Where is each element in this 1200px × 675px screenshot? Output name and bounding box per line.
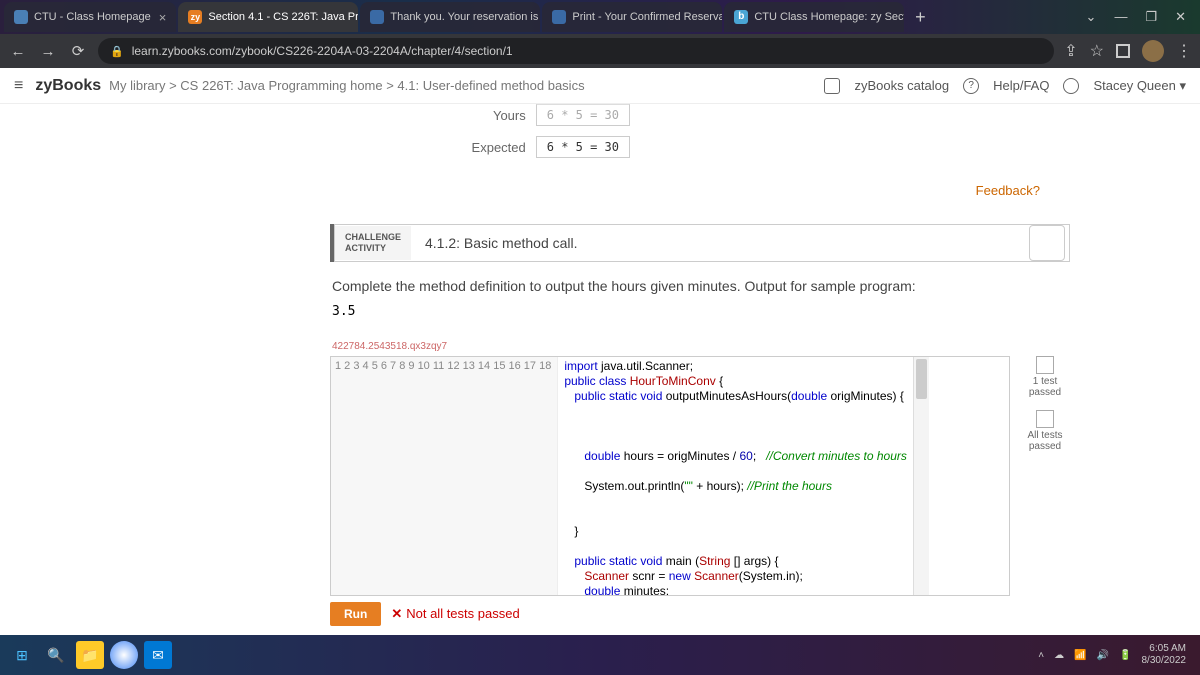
help-link[interactable]: Help/FAQ bbox=[993, 78, 1049, 93]
trophy-icon bbox=[1029, 225, 1065, 261]
test-checkbox-2 bbox=[1036, 410, 1054, 428]
instructions: Complete the method definition to output… bbox=[332, 278, 1070, 294]
windows-taskbar: ⊞ 🔍 📁 ✉ ˄ ☁ 📶 🔊 🔋 6:05 AM 8/30/2022 bbox=[0, 635, 1200, 675]
battery-icon[interactable]: 🔋 bbox=[1119, 650, 1131, 661]
site-icon: b bbox=[734, 10, 748, 24]
feedback-link[interactable]: Feedback? bbox=[976, 183, 1040, 198]
yours-label: Yours bbox=[493, 108, 526, 123]
challenge-activity: CHALLENGEACTIVITY 4.1.2: Basic method ca… bbox=[330, 224, 1070, 262]
new-tab-button[interactable]: + bbox=[906, 3, 934, 31]
tab-ctu-home[interactable]: CTU - Class Homepage× bbox=[4, 2, 176, 32]
forward-icon[interactable]: → bbox=[38, 43, 58, 60]
minimize-icon[interactable]: — bbox=[1114, 9, 1127, 25]
site-icon bbox=[14, 10, 28, 24]
url-input[interactable]: 🔒 learn.zybooks.com/zybook/CS226-2204A-0… bbox=[98, 38, 1054, 64]
zybooks-header: ≡ zyBooks My library > CS 226T: Java Pro… bbox=[0, 68, 1200, 104]
site-icon bbox=[370, 10, 384, 24]
code-area[interactable]: import java.util.Scanner; public class H… bbox=[558, 357, 913, 595]
catalog-link[interactable]: zyBooks catalog bbox=[854, 78, 949, 93]
system-clock[interactable]: 6:05 AM 8/30/2022 bbox=[1142, 643, 1193, 667]
site-icon bbox=[552, 10, 566, 24]
breadcrumb[interactable]: My library > CS 226T: Java Programming h… bbox=[109, 78, 584, 93]
catalog-icon bbox=[824, 78, 840, 94]
close-icon[interactable]: × bbox=[159, 10, 167, 25]
wifi-icon[interactable]: 📶 bbox=[1074, 650, 1086, 661]
tab-reservation[interactable]: Thank you. Your reservation is c× bbox=[360, 2, 540, 32]
tab-ctu-zy[interactable]: bCTU Class Homepage: zy Sectio× bbox=[724, 2, 904, 32]
scroll-thumb[interactable] bbox=[916, 359, 927, 399]
chevron-down-icon[interactable]: ⌄ bbox=[1086, 9, 1097, 25]
share-icon[interactable]: ⇪ bbox=[1064, 41, 1077, 61]
kebab-icon[interactable]: ⋮ bbox=[1176, 41, 1192, 61]
chrome-icon[interactable] bbox=[110, 641, 138, 669]
reload-icon[interactable]: ⟳ bbox=[68, 42, 88, 60]
test-status: ✕Not all tests passed bbox=[391, 606, 519, 622]
expected-output: 6 * 5 = 30 bbox=[536, 136, 630, 158]
page-content: Yours 6 * 5 = 30 Expected 6 * 5 = 30 Fee… bbox=[0, 104, 1200, 635]
code-editor[interactable]: 1 2 3 4 5 6 7 8 9 10 11 12 13 14 15 16 1… bbox=[330, 356, 1010, 596]
back-icon[interactable]: ← bbox=[8, 43, 28, 60]
user-menu[interactable]: Stacey Queen ▾ bbox=[1093, 78, 1186, 94]
sample-output: 3.5 bbox=[332, 304, 1070, 319]
yours-output: 6 * 5 = 30 bbox=[536, 104, 630, 126]
volume-icon[interactable]: 🔊 bbox=[1097, 650, 1109, 661]
hamburger-icon[interactable]: ≡ bbox=[14, 77, 23, 95]
tab-zybooks-section[interactable]: zySection 4.1 - CS 226T: Java Progr× bbox=[178, 2, 358, 32]
challenge-tag: CHALLENGEACTIVITY bbox=[335, 226, 411, 260]
fail-icon: ✕ bbox=[391, 606, 402, 621]
scrollbar-vertical[interactable] bbox=[913, 357, 929, 595]
cloud-icon[interactable]: ☁ bbox=[1054, 650, 1064, 661]
test-results: 1 test passed All tests passed bbox=[1010, 356, 1070, 596]
search-icon[interactable]: 🔍 bbox=[42, 641, 70, 669]
zybooks-logo[interactable]: zyBooks bbox=[35, 77, 101, 95]
site-icon: zy bbox=[188, 10, 202, 24]
lock-icon: 🔒 bbox=[110, 45, 124, 58]
close-window-icon[interactable]: ✕ bbox=[1175, 9, 1186, 25]
help-icon: ? bbox=[963, 78, 979, 94]
star-icon[interactable]: ☆ bbox=[1090, 41, 1104, 61]
question-id: 422784.2543518.qx3zqy7 bbox=[332, 341, 1070, 352]
profile-avatar[interactable] bbox=[1142, 40, 1164, 62]
run-button[interactable]: Run bbox=[330, 602, 381, 626]
start-button[interactable]: ⊞ bbox=[8, 641, 36, 669]
tab-print-reservation[interactable]: Print - Your Confirmed Reservati× bbox=[542, 2, 722, 32]
maximize-icon[interactable]: ❐ bbox=[1145, 9, 1157, 25]
stop-icon[interactable] bbox=[1116, 44, 1130, 58]
challenge-title: 4.1.2: Basic method call. bbox=[411, 235, 1029, 251]
test-checkbox-1 bbox=[1036, 356, 1054, 374]
address-bar: ← → ⟳ 🔒 learn.zybooks.com/zybook/CS226-2… bbox=[0, 34, 1200, 68]
browser-tab-strip: CTU - Class Homepage× zySection 4.1 - CS… bbox=[0, 0, 1200, 34]
line-gutter: 1 2 3 4 5 6 7 8 9 10 11 12 13 14 15 16 1… bbox=[331, 357, 558, 595]
user-icon bbox=[1063, 78, 1079, 94]
mail-icon[interactable]: ✉ bbox=[144, 641, 172, 669]
chevron-up-icon[interactable]: ˄ bbox=[1038, 650, 1044, 661]
file-explorer-icon[interactable]: 📁 bbox=[76, 641, 104, 669]
expected-label: Expected bbox=[472, 140, 526, 155]
